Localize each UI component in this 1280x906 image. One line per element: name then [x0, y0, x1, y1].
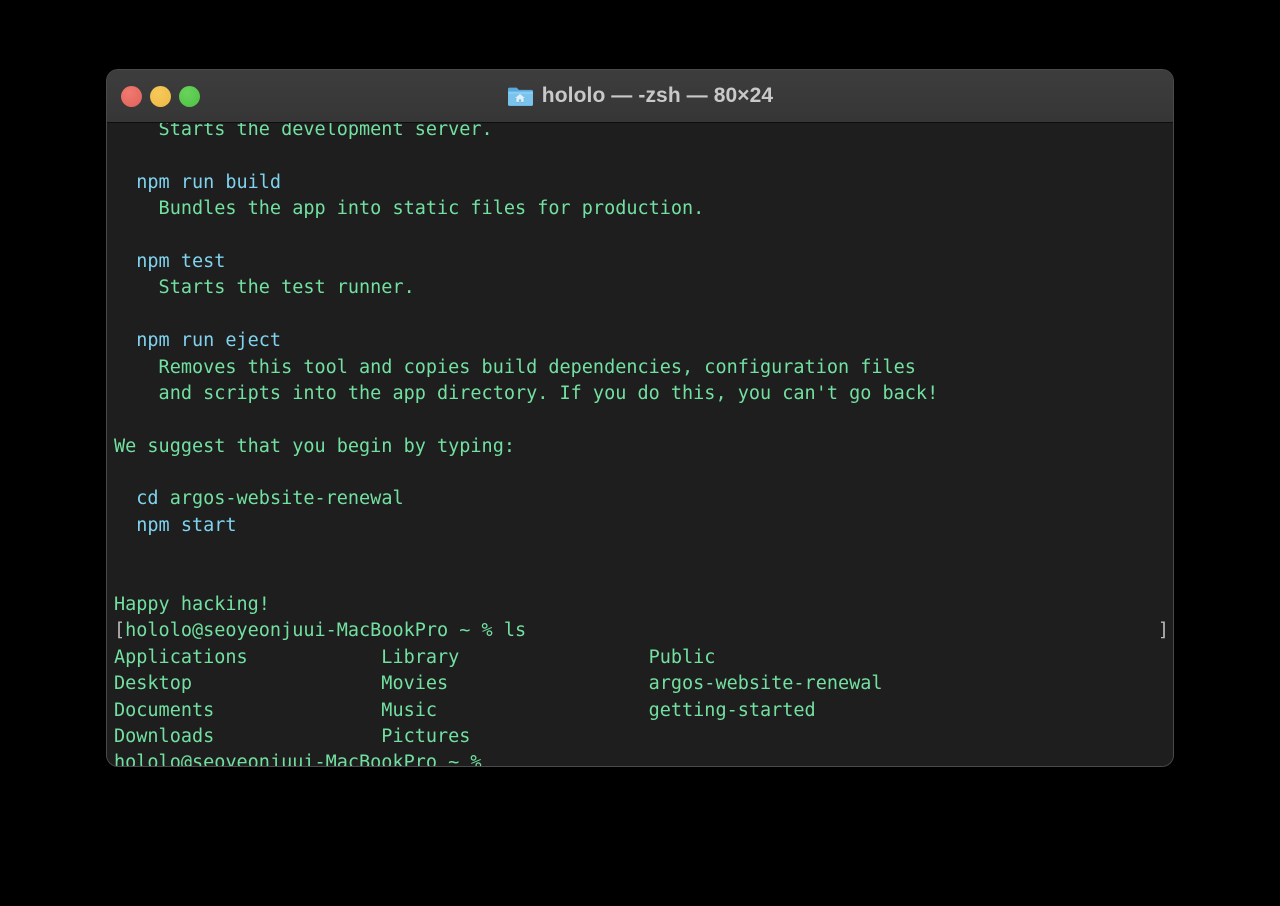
terminal-text: npm test [114, 250, 226, 272]
terminal-text: Downloads Pictures [114, 725, 471, 747]
zoom-button[interactable] [179, 85, 200, 107]
terminal-screen[interactable]: Starts the development server. npm run b… [114, 123, 1173, 766]
terminal-line: and scripts into the app directory. If y… [114, 381, 1173, 407]
terminal-text: npm run eject [114, 330, 282, 352]
close-button[interactable] [121, 85, 142, 107]
terminal-text: Desktop Movies argos-website-renewal [114, 673, 883, 695]
window-title-text: hololo — -zsh — 80×24 [541, 84, 774, 107]
terminal-text: We suggest that you begin by typing: [114, 435, 515, 457]
terminal-body[interactable]: Starts the development server. npm run b… [107, 123, 1173, 766]
terminal-line: npm start [114, 513, 1173, 539]
terminal-line: Happy hacking! [114, 592, 1173, 618]
terminal-text: Happy hacking! [114, 594, 270, 616]
terminal-text: argos-website-renewal [169, 488, 404, 510]
prompt-marker-left: [ [114, 620, 126, 642]
terminal-line: Desktop Movies argos-website-renewal [114, 671, 1173, 697]
terminal-line: npm run build [114, 170, 1173, 196]
terminal-line: Documents Music getting-started [114, 698, 1173, 724]
terminal-line: Applications Library Public [114, 645, 1173, 671]
terminal-text: hololo@seoyeonjuui-MacBookPro ~ % [114, 752, 493, 766]
terminal-text: Starts the development server. [114, 123, 493, 140]
terminal-text: Removes this tool and copies build depen… [114, 356, 916, 378]
window-title-bar[interactable]: hololo — -zsh — 80×24 [107, 70, 1173, 123]
terminal-line: Starts the development server. [114, 123, 1173, 143]
terminal-text: Bundles the app into static files for pr… [114, 198, 705, 220]
window-title-group: hololo — -zsh — 80×24 [107, 70, 1173, 122]
prompt-marker-right: ] [1157, 620, 1169, 642]
terminal-line: npm test [114, 249, 1173, 275]
window-controls [121, 70, 200, 122]
terminal-line: Removes this tool and copies build depen… [114, 355, 1173, 381]
terminal-line: cd argos-website-renewal [114, 486, 1173, 512]
terminal-line: hololo@seoyeonjuui-MacBookPro ~ % [114, 750, 1173, 766]
terminal-window[interactable]: hololo — -zsh — 80×24 Starts the develop… [107, 70, 1173, 766]
terminal-line: Downloads Pictures [114, 724, 1173, 750]
terminal-text: npm start [114, 514, 237, 536]
terminal-text: and scripts into the app directory. If y… [114, 382, 939, 404]
terminal-line: We suggest that you begin by typing: [114, 434, 1173, 460]
terminal-text: Applications Library Public [114, 646, 716, 668]
terminal-line: npm run eject [114, 328, 1173, 354]
home-folder-icon [507, 87, 533, 106]
minimize-button[interactable] [150, 85, 171, 107]
terminal-text: npm run build [114, 171, 282, 193]
terminal-line: Starts the test runner. [114, 275, 1173, 301]
terminal-line: [hololo@seoyeonjuui-MacBookPro ~ % ls] [114, 618, 1173, 644]
terminal-text: hololo@seoyeonjuui-MacBookPro ~ % ls [125, 620, 527, 642]
terminal-line: Bundles the app into static files for pr… [114, 196, 1173, 222]
terminal-text: Starts the test runner. [114, 277, 415, 299]
desktop-background: hololo — -zsh — 80×24 Starts the develop… [0, 0, 1280, 906]
terminal-text: cd [114, 488, 170, 510]
terminal-text: Documents Music getting-started [114, 699, 816, 721]
